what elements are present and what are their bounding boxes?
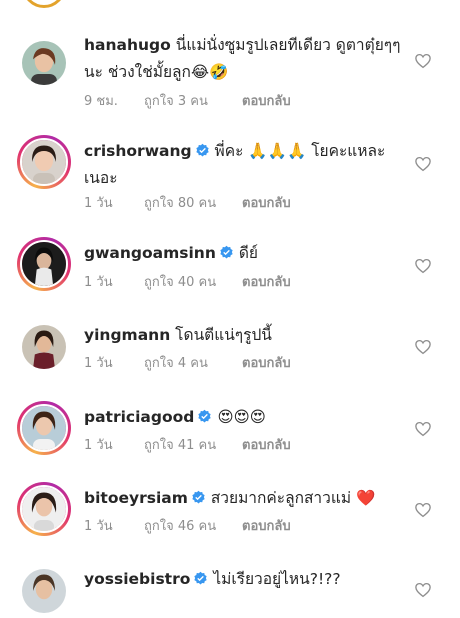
comment-likes[interactable]: ถูกใจ 41 คน	[144, 434, 242, 455]
avatar[interactable]	[17, 135, 71, 189]
verified-badge-icon	[195, 143, 209, 157]
comment-body: yossiebistro ไม่เรียวอยู่ไหน?!??	[84, 566, 404, 593]
heart-outline-icon[interactable]	[414, 155, 432, 173]
comment-time: 1 วัน	[84, 196, 113, 211]
comment-username[interactable]: yossiebistro	[84, 570, 190, 588]
avatar[interactable]	[17, 401, 71, 455]
verified-badge-icon	[220, 245, 233, 259]
comment-username[interactable]: hanahugo	[84, 36, 171, 54]
heart-outline-icon[interactable]	[414, 420, 432, 438]
heart-outline-icon[interactable]	[414, 52, 432, 70]
reply-button[interactable]: ตอบกลับ	[242, 352, 291, 373]
comment-likes[interactable]: ถูกใจ 4 คน	[144, 352, 242, 373]
reply-button[interactable]: ตอบกลับ	[242, 90, 291, 111]
comment-meta: 1 วัน ถูกใจ 41 คน ตอบกลับ	[84, 434, 291, 455]
comment-username[interactable]: yingmann	[84, 326, 170, 344]
comment-text: สวยมากค่ะลูกสาวแม่ ❤️	[210, 489, 376, 507]
verified-badge-icon	[192, 490, 205, 504]
comment-time: 1 วัน	[84, 356, 113, 371]
comment-likes[interactable]: ถูกใจ 80 คน	[144, 192, 242, 213]
verified-badge-icon	[198, 409, 212, 423]
comment-username[interactable]: gwangoamsinn	[84, 244, 216, 262]
comment-body: yingmann โดนตีแน่ๆรูปนี้	[84, 322, 404, 349]
reply-button[interactable]: ตอบกลับ	[242, 271, 291, 292]
comment-likes[interactable]: ถูกใจ 40 คน	[144, 271, 242, 292]
comment-text: โดนตีแน่ๆรูปนี้	[175, 326, 272, 344]
avatar[interactable]	[17, 237, 71, 291]
heart-outline-icon[interactable]	[414, 257, 432, 275]
comment-body: crishorwang พี่คะ 🙏🙏🙏 โยคะแหละเนอะ	[84, 138, 404, 192]
avatar[interactable]	[17, 320, 71, 374]
comment-username[interactable]: crishorwang	[84, 142, 192, 160]
comment-likes[interactable]: ถูกใจ 3 คน	[144, 90, 242, 111]
comment-body: bitoeyrsiam สวยมากค่ะลูกสาวแม่ ❤️	[84, 485, 404, 512]
avatar[interactable]	[17, 564, 71, 618]
comment-time: 1 วัน	[84, 519, 113, 534]
comment-time: 1 วัน	[84, 438, 113, 453]
comment-body: patriciagood 😍😍😍	[84, 404, 404, 431]
comment-likes[interactable]: ถูกใจ 46 คน	[144, 515, 242, 536]
avatar[interactable]	[17, 36, 71, 90]
comment-text: ดีย์	[238, 244, 258, 262]
comment-meta: 1 วัน ถูกใจ 4 คน ตอบกลับ	[84, 352, 291, 373]
heart-outline-icon[interactable]	[414, 581, 432, 599]
comment-time: 1 วัน	[84, 275, 113, 290]
heart-outline-icon[interactable]	[414, 501, 432, 519]
avatar[interactable]	[17, 482, 71, 536]
comment-time: 9 ชม.	[84, 94, 118, 109]
partial-avatar-top[interactable]	[22, 0, 66, 8]
heart-outline-icon[interactable]	[414, 338, 432, 356]
comment-meta: 1 วัน ถูกใจ 46 คน ตอบกลับ	[84, 515, 291, 536]
comment-meta: 9 ชม. ถูกใจ 3 คน ตอบกลับ	[84, 90, 291, 111]
comment-username[interactable]: bitoeyrsiam	[84, 489, 188, 507]
comment-body: hanahugo นี่แม่นั่งซูมรูปเลยทีเดียว ดูตา…	[84, 32, 404, 86]
comment-body: gwangoamsinn ดีย์	[84, 240, 404, 267]
comment-text: 😍😍😍	[217, 408, 266, 426]
comment-text: ไม่เรียวอยู่ไหน?!??	[213, 570, 341, 588]
comment-meta: 1 วัน ถูกใจ 80 คน ตอบกลับ	[84, 192, 291, 213]
comment-username[interactable]: patriciagood	[84, 408, 194, 426]
reply-button[interactable]: ตอบกลับ	[242, 192, 291, 213]
reply-button[interactable]: ตอบกลับ	[242, 434, 291, 455]
reply-button[interactable]: ตอบกลับ	[242, 515, 291, 536]
comment-meta: 1 วัน ถูกใจ 40 คน ตอบกลับ	[84, 271, 291, 292]
verified-badge-icon	[194, 571, 208, 585]
